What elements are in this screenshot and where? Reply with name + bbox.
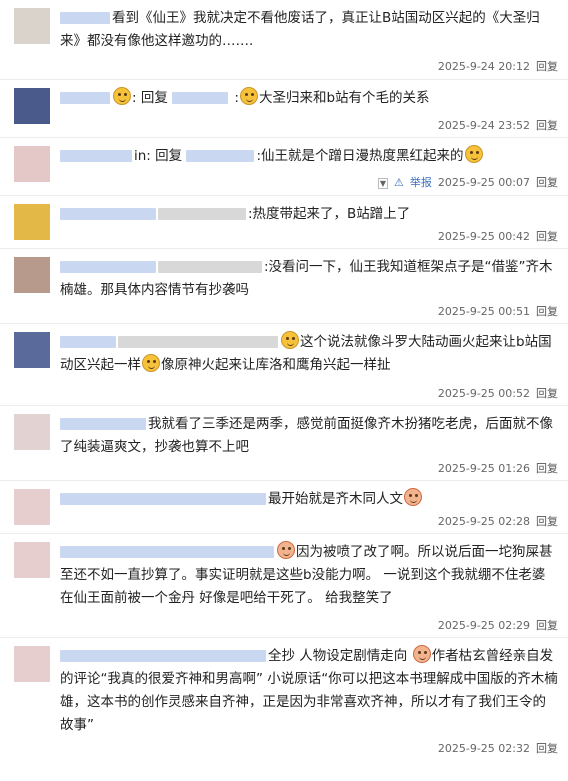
reply-target-username[interactable] — [172, 92, 229, 104]
comment-item: 看到《仙王》我就决定不看他废话了，真正让B站国动区兴起的《大圣归来》都没有像他这… — [0, 0, 568, 80]
username[interactable] — [60, 92, 110, 104]
comment-meta: 2025-9-25 02:28 回复 — [432, 513, 558, 529]
reply-button[interactable]: 回复 — [536, 619, 558, 632]
report-icon[interactable]: ⚠ — [394, 176, 404, 189]
emoji-icon — [277, 541, 295, 559]
timestamp: 2025-9-25 00:51 — [437, 305, 530, 318]
timestamp: 2025-9-25 00:52 — [437, 387, 530, 400]
username[interactable] — [60, 336, 116, 348]
comment-text: 我就看了三季还是两季，感觉前面挺像齐木扮猪吃老虎，后面就不像了纯装逼爽文，抄袭也… — [60, 416, 553, 455]
timestamp: 2025-9-25 00:07 — [437, 176, 530, 189]
chevron-down-icon[interactable]: ▼ — [377, 178, 388, 189]
emoji-icon — [142, 354, 160, 372]
username[interactable] — [60, 418, 146, 430]
timestamp: 2025-9-25 01:26 — [437, 462, 530, 475]
username[interactable] — [60, 650, 266, 662]
reply-target-username[interactable] — [118, 336, 278, 348]
comment-thread: 看到《仙王》我就决定不看他废话了，真正让B站国动区兴起的《大圣归来》都没有像他这… — [0, 0, 568, 761]
comment-item: : 回复 : 大圣归来和b站有个毛的关系 2025-9-24 23:52 回复 — [0, 80, 568, 138]
avatar[interactable] — [14, 8, 50, 44]
reply-button[interactable]: 回复 — [536, 387, 558, 400]
comment-meta: 2025-9-24 20:12 回复 — [432, 58, 558, 74]
comment-meta: 2025-9-24 23:52 回复 — [432, 117, 558, 133]
comment-meta: 2025-9-25 00:42 回复 — [432, 228, 558, 244]
comment-text: in: 回复 :仙王就是个蹭日漫热度黑红起来的 — [60, 145, 558, 168]
emoji-icon — [404, 488, 422, 506]
comment-item: 我就看了三季还是两季，感觉前面挺像齐木扮猪吃老虎，后面就不像了纯装逼爽文，抄袭也… — [0, 406, 568, 481]
comment-item: 最开始就是齐木同人文 2025-9-25 02:28 回复 — [0, 481, 568, 534]
avatar[interactable] — [14, 332, 50, 368]
timestamp: 2025-9-24 23:52 — [437, 119, 530, 132]
reply-target-username[interactable] — [158, 261, 262, 273]
comment-meta: 2025-9-25 02:29 回复 — [432, 617, 558, 633]
timestamp: 2025-9-25 00:42 — [437, 230, 530, 243]
avatar[interactable] — [14, 204, 50, 240]
reply-button[interactable]: 回复 — [536, 305, 558, 318]
avatar[interactable] — [14, 257, 50, 293]
username[interactable] — [60, 493, 266, 505]
comment-item: :没看问一下，仙王我知道框架点子是“借鉴”齐木楠雄。那具体内容情节有抄袭吗 20… — [0, 249, 568, 324]
reply-target-username[interactable] — [186, 150, 255, 162]
avatar[interactable] — [14, 542, 50, 578]
reply-button[interactable]: 回复 — [536, 230, 558, 243]
comment-text: 这个说法就像斗罗大陆动画火起来让b站国动区兴起一样 像原神火起来让库洛和鹰角兴起一… — [60, 331, 558, 377]
comment-text: :热度带起来了，B站蹭上了 — [60, 203, 558, 226]
comment-meta: 2025-9-25 00:52 回复 — [432, 385, 558, 401]
comment-meta: 2025-9-25 00:51 回复 — [432, 303, 558, 319]
emoji-icon — [412, 645, 431, 663]
timestamp: 2025-9-25 02:28 — [437, 515, 530, 528]
comment-item: 因为被喷了改了啊。所以说后面一坨狗屎甚至还不如一直抄算了。事实证明就是这些b没能… — [0, 534, 568, 638]
comment-text: 全抄 人物设定剧情走向 作者枯玄曾经亲自发的评论“我真的很爱齐神和男高啊” 小说… — [60, 645, 558, 737]
comment-meta: ▼ ⚠ 举报 2025-9-25 00:07 回复 — [372, 174, 558, 190]
comment-item: 全抄 人物设定剧情走向 作者枯玄曾经亲自发的评论“我真的很爱齐神和男高啊” 小说… — [0, 638, 568, 761]
emoji-icon — [113, 87, 131, 105]
report-link[interactable]: 举报 — [410, 176, 432, 189]
comment-text: 最开始就是齐木同人文 — [60, 488, 558, 511]
emoji-icon — [239, 87, 258, 105]
avatar[interactable] — [14, 489, 50, 525]
comment-text: 看到《仙王》我就决定不看他废话了，真正让B站国动区兴起的《大圣归来》都没有像他这… — [60, 10, 540, 49]
reply-button[interactable]: 回复 — [536, 515, 558, 528]
avatar[interactable] — [14, 414, 50, 450]
emoji-icon — [464, 145, 483, 163]
comment-meta: 2025-9-25 02:32 回复 — [432, 740, 558, 756]
timestamp: 2025-9-24 20:12 — [437, 60, 530, 73]
comment-text: 因为被喷了改了啊。所以说后面一坨狗屎甚至还不如一直抄算了。事实证明就是这些b没能… — [60, 541, 558, 610]
username[interactable] — [60, 546, 274, 558]
comment-item: 这个说法就像斗罗大陆动画火起来让b站国动区兴起一样 像原神火起来让库洛和鹰角兴起一… — [0, 324, 568, 406]
avatar[interactable] — [14, 88, 50, 124]
reply-button[interactable]: 回复 — [536, 176, 558, 189]
emoji-icon — [281, 331, 299, 349]
username[interactable] — [60, 208, 156, 220]
comment-meta: 2025-9-25 01:26 回复 — [432, 460, 558, 476]
comment-text: : 回复 : 大圣归来和b站有个毛的关系 — [60, 87, 558, 110]
reply-button[interactable]: 回复 — [536, 462, 558, 475]
timestamp: 2025-9-25 02:29 — [437, 619, 530, 632]
reply-button[interactable]: 回复 — [536, 742, 558, 755]
comment-text: :没看问一下，仙王我知道框架点子是“借鉴”齐木楠雄。那具体内容情节有抄袭吗 — [60, 259, 553, 298]
timestamp: 2025-9-25 02:32 — [437, 742, 530, 755]
avatar[interactable] — [14, 146, 50, 182]
reply-button[interactable]: 回复 — [536, 119, 558, 132]
username[interactable] — [60, 150, 132, 162]
avatar[interactable] — [14, 646, 50, 682]
reply-target-username[interactable] — [158, 208, 246, 220]
username[interactable] — [60, 261, 156, 273]
username[interactable] — [60, 12, 110, 24]
comment-item: :热度带起来了，B站蹭上了 2025-9-25 00:42 回复 — [0, 196, 568, 249]
comment-item: in: 回复 :仙王就是个蹭日漫热度黑红起来的 ▼ ⚠ 举报 2025-9-25 00… — [0, 138, 568, 196]
reply-button[interactable]: 回复 — [536, 60, 558, 73]
